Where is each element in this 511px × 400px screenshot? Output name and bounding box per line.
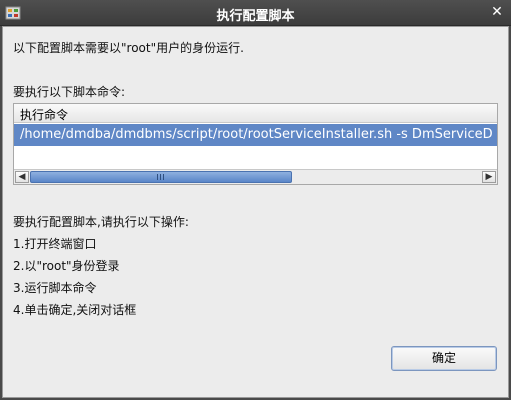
command-text: /home/dmdba/dmdbms/script/root/rootServi… (20, 127, 493, 142)
column-header-label: 执行命令 (20, 108, 69, 122)
ok-button[interactable]: 确定 (391, 346, 497, 371)
scroll-right-button[interactable]: ▶ (482, 171, 496, 183)
step-2: 2.以"root"身份登录 (13, 259, 120, 273)
intro-text: 以下配置脚本需要以"root"用户的身份运行. (13, 41, 244, 55)
command-table: 执行命令 /home/dmdba/dmdbms/script/root/root… (13, 103, 498, 185)
dialog-body: 以下配置脚本需要以"root"用户的身份运行. 要执行以下脚本命令: 执行命令 … (2, 26, 509, 398)
title-bar[interactable]: 执行配置脚本 ✕ (0, 0, 511, 26)
scroll-thumb[interactable] (30, 171, 292, 183)
step-3: 3.运行脚本命令 (13, 281, 97, 295)
table-row[interactable]: /home/dmdba/dmdbms/script/root/rootServi… (14, 124, 497, 146)
step-1: 1.打开终端窗口 (13, 237, 97, 251)
step-4: 4.单击确定,关闭对话框 (13, 303, 137, 317)
column-header[interactable]: 执行命令 (14, 104, 497, 123)
window-title: 执行配置脚本 (216, 9, 295, 24)
grip-icon (157, 174, 165, 180)
horizontal-scrollbar[interactable]: ◀ ▶ (14, 169, 497, 184)
commands-label: 要执行以下脚本命令: (13, 85, 126, 99)
scroll-left-button[interactable]: ◀ (15, 171, 29, 183)
close-icon[interactable]: ✕ (489, 4, 505, 20)
dialog-window: 执行配置脚本 ✕ 以下配置脚本需要以"root"用户的身份运行. 要执行以下脚本… (0, 0, 511, 400)
instructions-title: 要执行配置脚本,请执行以下操作: (13, 215, 189, 229)
